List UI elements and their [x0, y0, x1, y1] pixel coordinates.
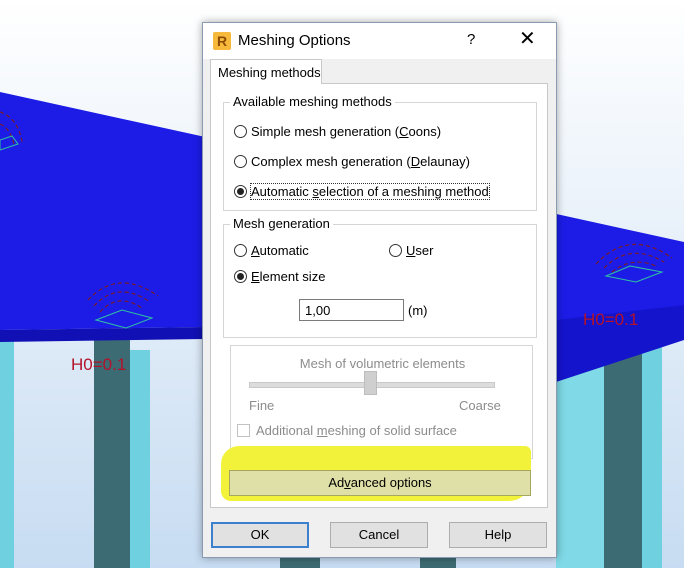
slider-thumb[interactable] [364, 371, 377, 395]
volumetric-title: Mesh of volumetric elements [299, 356, 466, 371]
radio-label: Element size [251, 269, 326, 284]
radio-simple-mesh[interactable]: Simple mesh generation (Coons) [234, 124, 441, 139]
load-label: H0=0.1 [71, 355, 127, 374]
radio-automatic-selection[interactable]: Automatic selection of a meshing method [234, 183, 490, 200]
radio-button[interactable] [234, 244, 247, 257]
available-methods-group: Available meshing methods Simple mesh ge… [223, 94, 537, 211]
group-legend: Mesh generation [230, 216, 333, 231]
radio-button[interactable] [389, 244, 402, 257]
help-button[interactable]: Help [449, 522, 547, 548]
radio-user[interactable]: User [389, 243, 433, 258]
element-size-input[interactable] [299, 299, 404, 321]
group-legend: Available meshing methods [230, 94, 395, 109]
dialog-titlebar[interactable]: R Meshing Options ? ✕ [203, 23, 556, 59]
radio-element-size[interactable]: Element size [234, 269, 325, 284]
dialog-title: Meshing Options [238, 32, 351, 49]
robot-app-icon: R [213, 32, 231, 50]
radio-button-checked[interactable] [234, 270, 247, 283]
slider-coarse-label: Coarse [459, 398, 501, 413]
tab-meshing-methods[interactable]: Meshing methods [210, 59, 322, 84]
solid-surface-option[interactable]: Additional meshing of solid surface [237, 423, 457, 438]
help-question-icon[interactable]: ? [467, 31, 475, 48]
radio-complex-mesh[interactable]: Complex mesh generation (Delaunay) [234, 154, 470, 169]
radio-label: Automatic [251, 243, 309, 258]
radio-button-checked[interactable] [234, 185, 247, 198]
radio-label: User [406, 243, 434, 258]
cancel-button[interactable]: Cancel [330, 522, 428, 548]
radio-button[interactable] [234, 155, 247, 168]
radio-label: Automatic selection of a meshing method [250, 183, 490, 200]
solid-surface-checkbox[interactable] [237, 424, 250, 437]
volumetric-mesh-group: Mesh of volumetric elements Fine Coarse … [230, 345, 533, 459]
load-label: H0=0.1 [583, 310, 639, 329]
tab-panel: Available meshing methods Simple mesh ge… [210, 83, 548, 508]
close-icon[interactable]: ✕ [519, 29, 536, 49]
ok-button[interactable]: OK [211, 522, 309, 548]
advanced-options-button[interactable]: Advanced options [229, 470, 531, 496]
radio-button[interactable] [234, 125, 247, 138]
radio-automatic[interactable]: Automatic [234, 243, 309, 258]
radio-label: Simple mesh generation (Coons) [251, 124, 442, 139]
unit-label: (m) [408, 303, 428, 318]
column-left-edge [0, 330, 14, 568]
checkbox-label: Additional meshing of solid surface [256, 423, 457, 438]
meshing-options-dialog: R Meshing Options ? ✕ Meshing methods Av… [202, 22, 557, 558]
radio-label: Complex mesh generation (Delaunay) [251, 154, 470, 169]
slider-fine-label: Fine [249, 398, 275, 413]
